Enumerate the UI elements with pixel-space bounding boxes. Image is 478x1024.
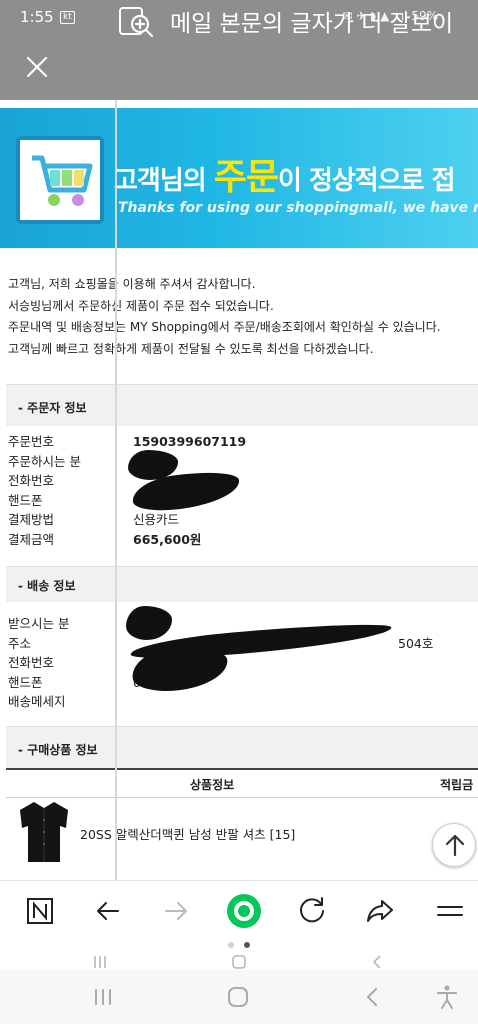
accessibility-icon[interactable] (432, 982, 462, 1012)
field-label: 전화번호 (8, 655, 55, 670)
shipping-section-header: - 배송 정보 (6, 566, 478, 602)
field-label: 전화번호 (8, 473, 55, 488)
table-row[interactable]: 20SS 알렉산더맥퀸 남성 반팔 셔츠 [15] 1 (6, 798, 478, 880)
intro-line: 서승빙님께서 주문하신 제품이 주문 접수 되었습니다. (8, 298, 274, 313)
home-circle-icon[interactable] (226, 893, 262, 929)
scroll-to-top-button[interactable] (432, 823, 476, 867)
forward-arrow-icon[interactable] (158, 893, 194, 929)
recent-apps-icon (94, 956, 106, 968)
field-label: 핸드폰 (8, 674, 43, 690)
intro-line: 고객님, 저희 쇼핑몰을 이용해 주셔서 감사합니다. (8, 277, 256, 291)
field-label: 주문번호 (8, 434, 55, 449)
recent-apps-icon[interactable] (88, 982, 118, 1012)
orderer-section-header: - 주문자 정보 (6, 384, 478, 426)
ghost-nav-bar (0, 952, 478, 970)
back-arrow-icon[interactable] (90, 893, 126, 929)
section-title: - 구매상품 정보 (18, 743, 98, 757)
banner-subtitle: Thanks for using our shoppingmall, we ha… (118, 200, 478, 216)
field-label: 결제방법 (8, 512, 55, 527)
section-title: - 주문자 정보 (18, 401, 87, 415)
naver-n-icon[interactable] (22, 893, 58, 929)
page-dot (228, 942, 234, 948)
home-icon (232, 955, 246, 969)
email-body: 고객님의 주문이 정상적으로 접 Thanks for using our sh… (0, 100, 478, 880)
section-title: - 배송 정보 (18, 579, 76, 593)
status-time: 1:55 (20, 8, 54, 26)
payment-amount: 665,600원 (133, 531, 202, 547)
content-divider (115, 100, 117, 880)
product-table-header: 상품정보 적립금 (6, 768, 478, 798)
redaction-mark (126, 606, 172, 640)
share-icon[interactable] (362, 893, 398, 929)
carrier-badge: kt (60, 11, 75, 24)
back-icon (372, 955, 381, 969)
zoom-in-icon[interactable] (116, 2, 156, 42)
screen: 고객님의 주문이 정상적으로 접 Thanks for using our sh… (0, 0, 478, 1024)
field-label: 배송메세지 (8, 694, 66, 709)
payment-method: 신용카드 (133, 512, 180, 527)
column-header-product: 상품정보 (190, 778, 235, 792)
arrow-up-icon (445, 834, 465, 857)
page-dot-active (244, 942, 250, 948)
banner-title-highlight: 주문 (213, 157, 279, 198)
browser-toolbar (0, 880, 478, 940)
column-header-points: 적립금 (440, 778, 474, 792)
field-label: 주문하시는 분 (8, 453, 81, 469)
cart-logo (16, 136, 104, 224)
product-name[interactable]: 20SS 알렉산더맥퀸 남성 반팔 셔츠 [15] (80, 824, 295, 843)
field-label: 결제금액 (8, 531, 55, 547)
refresh-icon[interactable] (294, 893, 330, 929)
shopping-cart-icon (20, 140, 100, 220)
banner-title-prefix: 고객님의 (114, 166, 214, 196)
overlay-title: 메일 본문의 글자가 더 잘보이 (170, 11, 454, 37)
overlay-header: 1:55 kt ✉ ✈ ◗ ▲ ..ıl 59% 메일 본문의 글자가 더 잘보… (0, 0, 478, 100)
close-icon[interactable] (22, 52, 52, 82)
intro-line: 주문내역 및 배송정보는 MY Shopping에서 주문/배송조회에서 확인하… (8, 320, 441, 335)
menu-icon[interactable] (432, 893, 468, 929)
field-value: 504호 (398, 635, 434, 651)
back-icon[interactable] (358, 982, 388, 1012)
shirt-thumbnail[interactable] (16, 798, 72, 866)
intro-line: 고객님께 빠르고 정확하게 제품이 전달될 수 있도록 최선을 다하겠습니다. (8, 341, 374, 356)
product-section-header: - 구매상품 정보 (6, 726, 478, 768)
order-banner: 고객님의 주문이 정상적으로 접 Thanks for using our sh… (0, 108, 478, 248)
field-label: 받으시는 분 (8, 616, 70, 631)
page-indicator (0, 938, 478, 952)
field-label: 핸드폰 (8, 492, 43, 508)
order-number: 1590399607119 (133, 434, 247, 449)
home-icon[interactable] (223, 982, 253, 1012)
intro-text: 고객님, 저희 쇼핑몰을 이용해 주셔서 감사합니다. 서승빙님께서 주문하신 … (8, 274, 478, 360)
system-nav-bar (0, 970, 478, 1024)
banner-title-suffix: 이 정상적으로 접 (277, 166, 456, 196)
field-label: 주소 (8, 635, 32, 651)
banner-title: 고객님의 주문이 정상적으로 접 (114, 148, 456, 200)
